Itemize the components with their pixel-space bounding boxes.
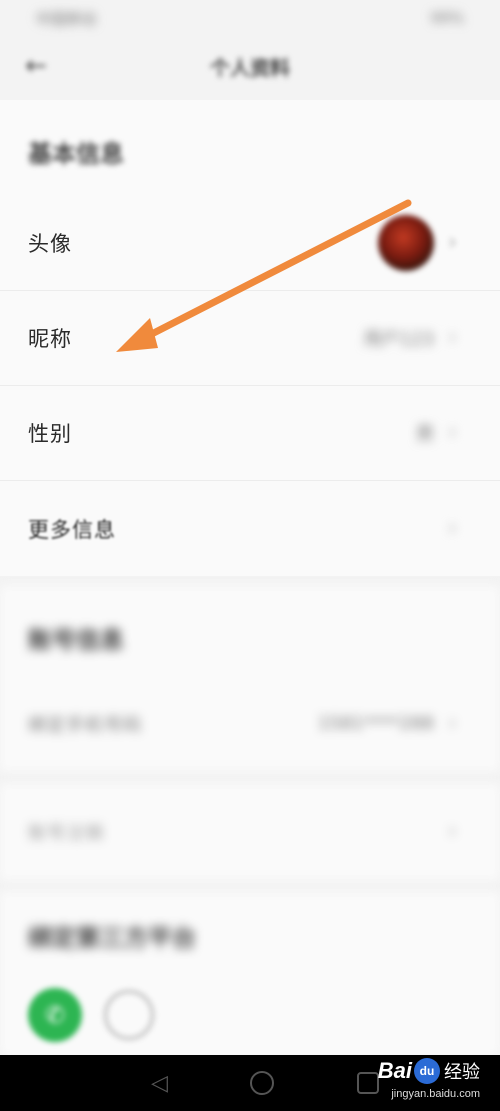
account-cancel-row[interactable]: 账号注销 › [0,784,500,880]
battery-text: 99% [430,9,464,27]
bound-phone-label: 绑定手机号码 [28,714,142,736]
chevron-right-icon: › [448,230,457,255]
avatar-label: 头像 [28,232,72,256]
nav-back-icon[interactable]: ◁ [151,1071,168,1096]
chevron-right-icon: › [448,420,457,445]
platform-icon[interactable] [104,990,154,1040]
status-bar: 中国移动 99% [0,0,500,36]
nav-home-icon[interactable] [250,1071,275,1095]
more-info-row[interactable]: 更多信息 › [0,481,500,576]
gender-value: 男 [416,424,434,445]
account-info-section: 账号信息 绑定手机号码 1581****288 › [0,586,500,771]
watermark-paw-icon: du [414,1058,440,1084]
chevron-right-icon: › [448,710,457,736]
baidu-jingyan-watermark: Bai du 经验 jingyan.baidu.com [377,1058,480,1100]
carrier-text: 中国移动 [36,9,97,28]
wechat-icon[interactable]: ✆ [28,988,82,1042]
basic-info-header: 基本信息 [28,140,124,168]
nickname-row[interactable]: 昵称 用户123 › [0,291,500,386]
bound-phone-row[interactable]: 绑定手机号码 1581****288 › [0,676,500,771]
chevron-right-icon: › [448,515,457,541]
chevron-right-icon: › [448,819,457,844]
more-info-label: 更多信息 [28,517,116,542]
watermark-brand-left: Bai [377,1058,412,1083]
basic-info-section: 基本信息 头像 › 昵称 用户123 › 性别 男 › 更多信息 › [0,100,500,576]
third-party-header: 绑定第三方平台 [28,924,196,952]
nickname-value: 用户123 [363,329,434,350]
account-cancel-section: 账号注销 › [0,784,500,880]
nav-recent-icon[interactable] [356,1072,379,1094]
account-info-header: 账号信息 [28,626,124,654]
watermark-brand-right: 经验 [444,1062,480,1082]
back-arrow-icon[interactable]: ← [20,50,52,82]
gender-label: 性别 [28,422,72,446]
gender-row[interactable]: 性别 男 › [0,386,500,481]
nickname-label: 昵称 [28,327,72,351]
chevron-right-icon: › [448,325,457,350]
account-cancel-label: 账号注销 [28,823,104,844]
page-title: 个人资料 [210,55,290,80]
bound-phone-value: 1581****288 [317,713,434,734]
third-party-icons: ✆ [28,988,154,1042]
avatar-row[interactable]: 头像 › [0,196,500,291]
nav-bar: ← 个人资料 [0,36,500,96]
avatar[interactable] [378,215,434,271]
watermark-url: jingyan.baidu.com [391,1088,480,1100]
